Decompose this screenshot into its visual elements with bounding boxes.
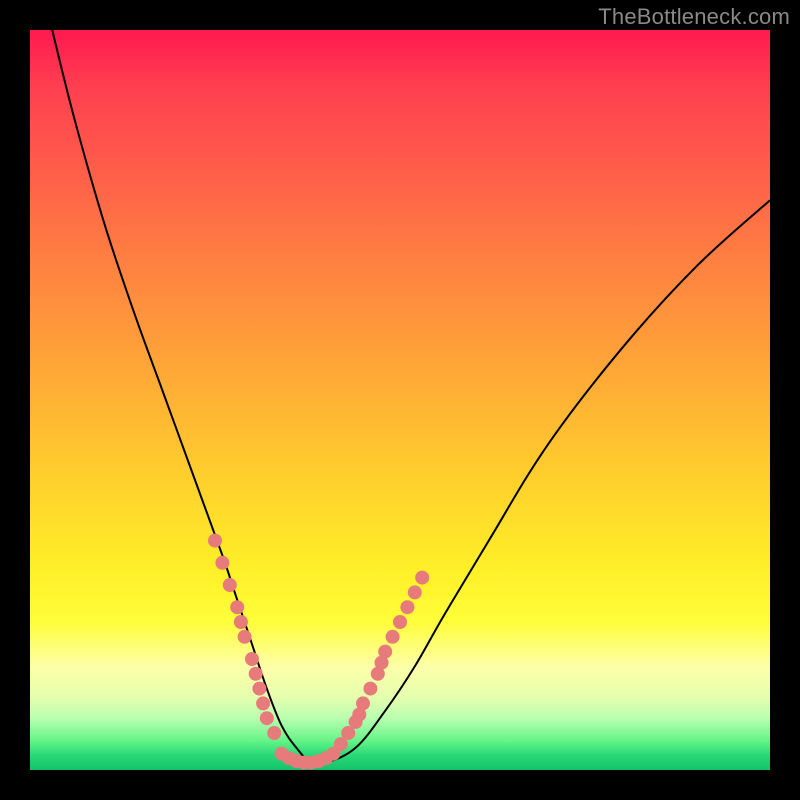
marker-beads-left [208, 534, 222, 548]
marker-beads-left [215, 556, 229, 570]
markers-layer [208, 534, 429, 770]
marker-beads-left [238, 630, 252, 644]
marker-beads-left [223, 578, 237, 592]
marker-beads-left [249, 667, 263, 681]
marker-beads-left [230, 600, 244, 614]
marker-beads-right [393, 615, 407, 629]
marker-beads-left [260, 711, 274, 725]
marker-beads-left [234, 615, 248, 629]
marker-beads-right [408, 585, 422, 599]
marker-beads-left [267, 726, 281, 740]
chart-svg [30, 30, 770, 770]
marker-beads-right [363, 682, 377, 696]
chart-frame: TheBottleneck.com [0, 0, 800, 800]
marker-beads-right [356, 696, 370, 710]
marker-beads-right [378, 645, 392, 659]
curve-layer [52, 30, 770, 765]
marker-beads-right [415, 571, 429, 585]
watermark-text: TheBottleneck.com [598, 4, 790, 30]
marker-beads-left [245, 652, 259, 666]
plot-area [30, 30, 770, 770]
marker-beads-left [252, 682, 266, 696]
marker-beads-left [256, 696, 270, 710]
marker-beads-right [386, 630, 400, 644]
series-curve [52, 30, 770, 765]
marker-beads-right [400, 600, 414, 614]
